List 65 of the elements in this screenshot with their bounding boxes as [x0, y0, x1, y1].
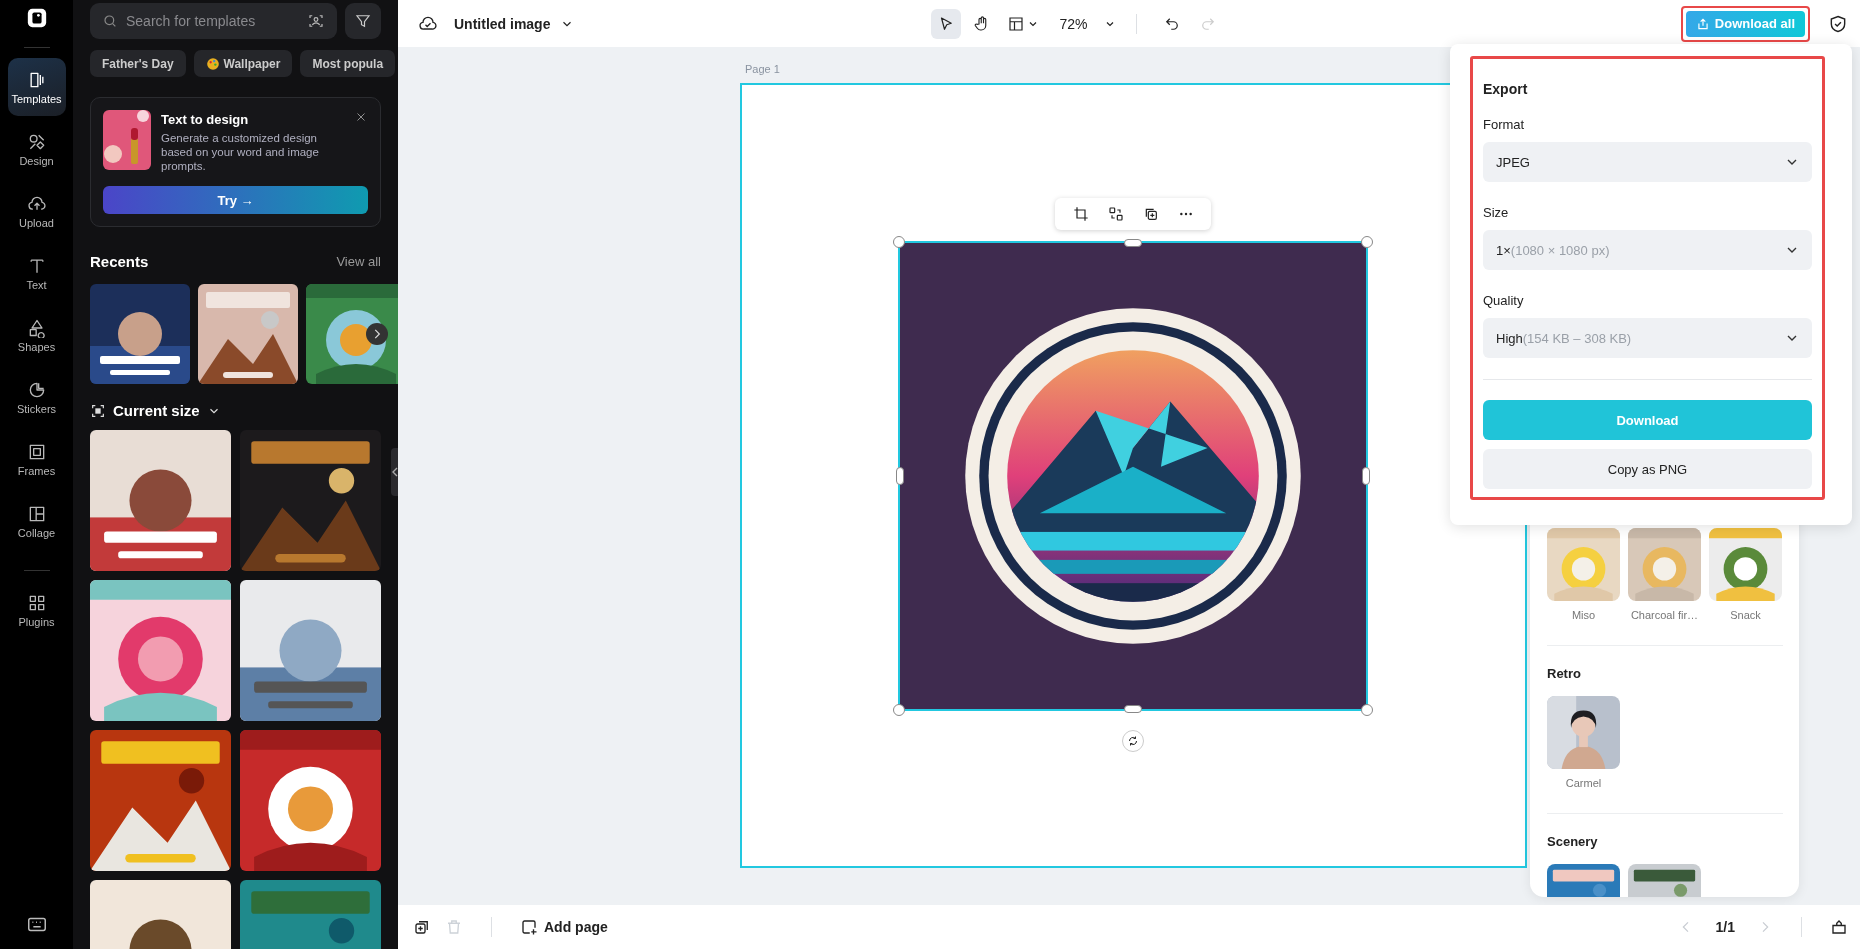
resize-handle[interactable]: [893, 704, 905, 716]
bag-icon[interactable]: [1830, 918, 1848, 936]
select-tool[interactable]: [931, 8, 962, 39]
page-counter: 1/1: [1715, 919, 1735, 935]
promo-title: Text to design: [161, 112, 250, 127]
replace-icon[interactable]: [1107, 206, 1124, 222]
field-label: Format: [1483, 117, 1526, 132]
dropdown[interactable]: JPEG: [1483, 142, 1812, 182]
crop-icon[interactable]: [1072, 206, 1089, 222]
view-all-link[interactable]: View all: [336, 254, 381, 269]
dropdown[interactable]: High(154 KB – 308 KB): [1483, 318, 1812, 358]
resize-handle[interactable]: [1124, 239, 1142, 247]
add-page-icon[interactable]: [520, 918, 538, 936]
rail-tab[interactable]: Text: [7, 244, 66, 302]
rail-tab[interactable]: Frames: [7, 430, 66, 488]
rail-tab[interactable]: Design: [7, 120, 66, 178]
rail-tab[interactable]: Stickers: [7, 368, 66, 426]
rail-tab[interactable]: Plugins: [7, 581, 66, 639]
category-chip[interactable]: Wallpaper: [193, 50, 293, 77]
shield-check-icon[interactable]: [1828, 13, 1848, 34]
duplicate-page-icon[interactable]: [413, 918, 431, 936]
popup-title: Export: [1483, 81, 1529, 97]
copy-button[interactable]: Copy as PNG: [1483, 449, 1812, 489]
section-title: Recents: [90, 253, 149, 270]
search-icon: [102, 13, 118, 29]
resize-icon: [90, 402, 106, 419]
group-title: Retro: [1547, 666, 1582, 681]
style-label: Snack: [1730, 609, 1761, 621]
image-search-icon[interactable]: [307, 12, 325, 30]
category-chip[interactable]: Father's Day: [90, 50, 186, 77]
document-title[interactable]: Untitled image: [454, 15, 551, 32]
dropdown[interactable]: 1×(1080 × 1080 px): [1483, 230, 1812, 270]
rail-tab[interactable]: Shapes: [7, 306, 66, 364]
search-field[interactable]: Search for templates: [90, 3, 337, 39]
style-label: Carmel: [1565, 777, 1602, 789]
rail-tab[interactable]: Templates: [7, 58, 66, 116]
rail-tab[interactable]: Collage: [7, 492, 66, 550]
rotate-handle[interactable]: [1122, 730, 1144, 752]
add-page-button[interactable]: Add page: [520, 918, 608, 936]
resize-handle[interactable]: [1362, 467, 1370, 485]
section-title[interactable]: Current size: [113, 402, 200, 419]
layout-icon[interactable]: [1007, 14, 1026, 33]
rail-tab[interactable]: Upload: [7, 182, 66, 240]
category-chip[interactable]: Most popula: [300, 50, 396, 77]
page-label: Page 1: [745, 63, 781, 77]
resize-handle[interactable]: [893, 236, 905, 248]
style-label: Miso: [1571, 609, 1596, 621]
field-label: Size: [1483, 205, 1510, 220]
field-label: Quality: [1483, 293, 1525, 308]
style-label: Charcoal fir…: [1630, 609, 1699, 621]
resize-handle[interactable]: [1124, 705, 1142, 713]
collapse-handle[interactable]: [391, 448, 398, 496]
upload-icon[interactable]: [1695, 16, 1710, 31]
filter-icon[interactable]: [354, 12, 372, 30]
resize-handle[interactable]: [1361, 236, 1373, 248]
app-logo-icon[interactable]: [25, 7, 48, 29]
resize-handle[interactable]: [1361, 704, 1373, 716]
palette-icon: [205, 56, 220, 71]
filter-button[interactable]: [345, 3, 381, 39]
group-title: Scenery: [1547, 834, 1599, 849]
zoom-dropdown[interactable]: 72%: [1059, 15, 1116, 32]
rotate-icon[interactable]: [1127, 735, 1139, 747]
promo-description: Generate a customized design based on your word and image prompts.: [161, 131, 320, 173]
try-button[interactable]: Try →: [103, 186, 368, 214]
resize-handle[interactable]: [896, 467, 904, 485]
